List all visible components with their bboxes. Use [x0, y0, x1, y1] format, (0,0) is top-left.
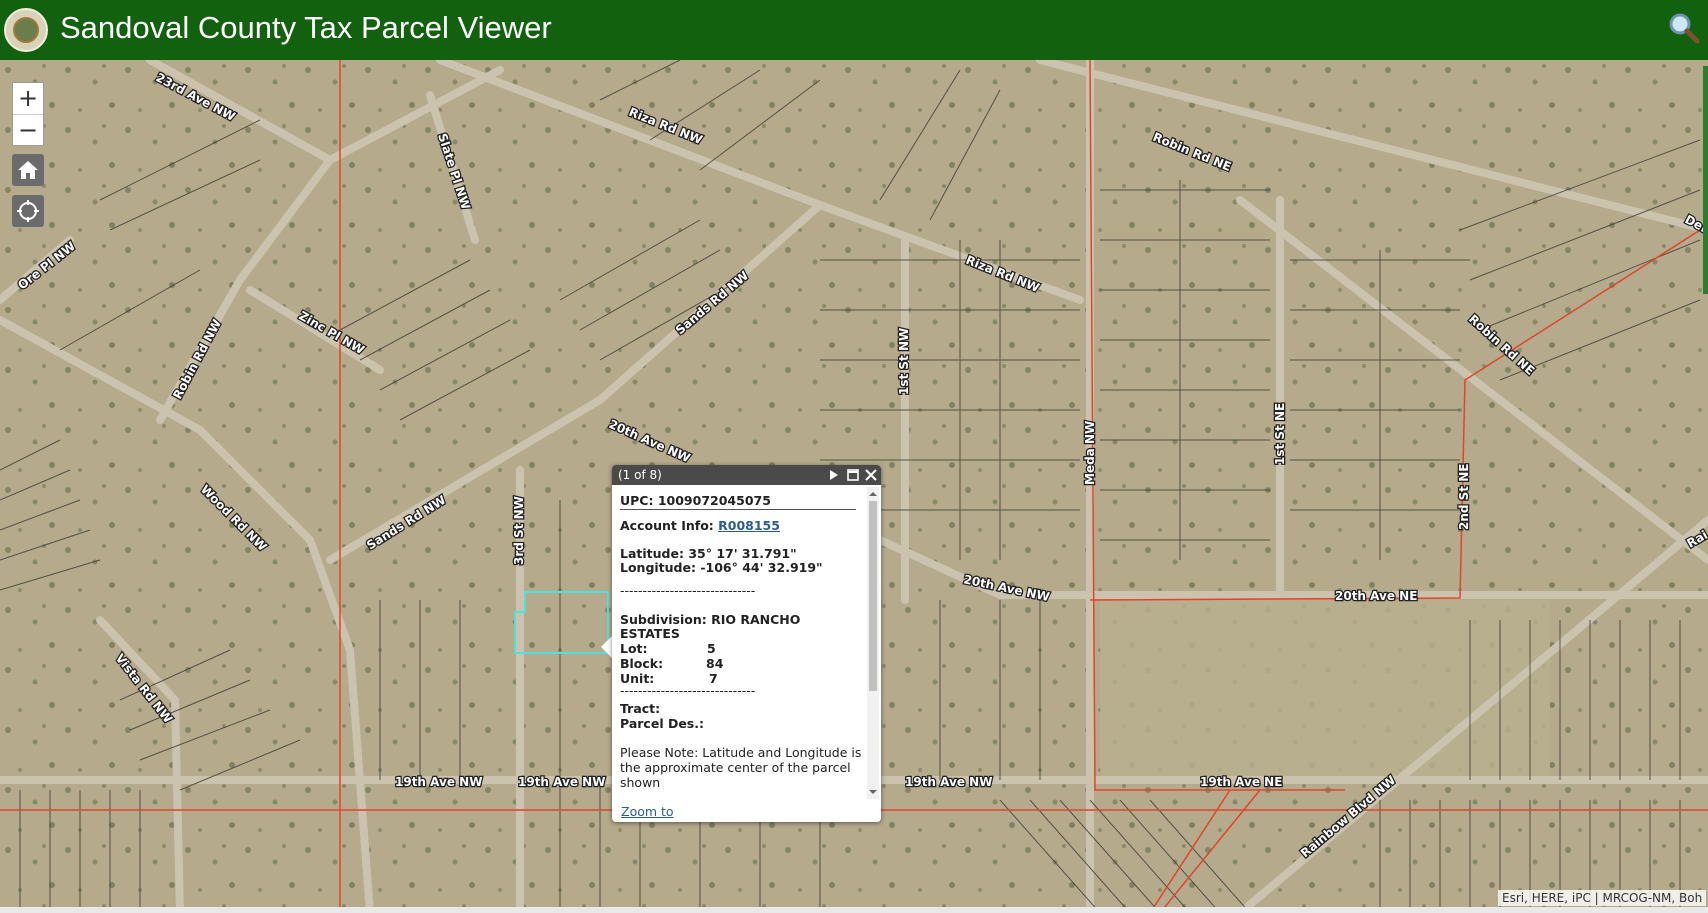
street-label: 3rd St NW — [512, 496, 526, 565]
longitude-value: -106° 44' 32.919" — [700, 560, 823, 575]
zoom-in-button[interactable]: + — [13, 83, 43, 115]
scroll-thumb[interactable] — [869, 501, 877, 691]
note-line: shown — [620, 775, 661, 790]
street-label: 19th Ave NE — [1200, 775, 1282, 789]
dash-divider: ------------------------------ — [620, 583, 756, 598]
next-icon[interactable] — [827, 467, 841, 483]
note-line: Please Note: Latitude and Longitude is — [620, 745, 861, 760]
longitude-row: Longitude: -106° 44' 32.919" — [620, 560, 823, 575]
popup-scrollbar[interactable] — [867, 487, 879, 799]
locate-icon — [17, 200, 39, 222]
street-label: Meda NW — [1083, 421, 1097, 485]
maximize-icon[interactable] — [846, 467, 860, 483]
app-header: Sandoval County Tax Parcel Viewer — [0, 0, 1708, 60]
side-panel-edge[interactable] — [1703, 66, 1708, 294]
street-label: 19th Ave NW — [518, 775, 605, 789]
street-label: 19th Ave NW — [905, 775, 992, 789]
zoom-out-button[interactable]: − — [13, 115, 43, 146]
subdivision-row: Subdivision: RIO RANCHO — [620, 612, 800, 627]
latitude-label: Latitude: — [620, 546, 684, 561]
subdivision-value: RIO RANCHO — [711, 612, 801, 627]
zoom-control: + − — [12, 82, 44, 146]
street-label: 19th Ave NW — [395, 775, 482, 789]
upc-label: UPC: — [620, 493, 654, 508]
home-icon — [18, 161, 38, 179]
street-label: 1st St NE — [1273, 403, 1287, 465]
street-label: 20th Ave NE — [1335, 589, 1417, 603]
lot-label: Lot: — [620, 641, 648, 656]
block-row: Block: 84 — [620, 656, 723, 671]
popup-pointer — [601, 636, 612, 658]
latitude-value: 35° 17' 31.791" — [688, 546, 797, 561]
tract-label: Tract: — [620, 701, 661, 716]
account-row: Account Info: R008155 — [620, 518, 780, 533]
block-value: 84 — [706, 656, 724, 671]
subdivision-label: Subdivision: — [620, 612, 707, 627]
note-line: the approximate center of the parcel — [620, 760, 851, 775]
lot-value: 5 — [707, 641, 716, 656]
scroll-up-icon[interactable] — [867, 489, 879, 499]
dash-divider: ------------------------------ — [620, 683, 756, 698]
street-label: 2nd St NE — [1457, 464, 1471, 530]
locate-button[interactable] — [12, 195, 44, 227]
popup-content: UPC: 1009072045075 Account Info: R008155… — [620, 493, 861, 797]
account-link[interactable]: R008155 — [718, 518, 780, 533]
account-label: Account Info: — [620, 518, 714, 533]
lot-row: Lot: 5 — [620, 641, 716, 656]
zoom-to-link[interactable]: Zoom to — [621, 804, 674, 819]
latitude-row: Latitude: 35° 17' 31.791" — [620, 546, 797, 561]
search-icon[interactable] — [1666, 10, 1702, 46]
upc-value: 1009072045075 — [657, 493, 771, 508]
popup-count: (1 of 8) — [618, 468, 662, 482]
county-seal-icon — [4, 8, 48, 52]
bottom-bar — [0, 907, 1708, 913]
app-title: Sandoval County Tax Parcel Viewer — [60, 10, 552, 45]
home-button[interactable] — [12, 154, 44, 186]
longitude-label: Longitude: — [620, 560, 696, 575]
block-label: Block: — [620, 656, 664, 671]
divider — [620, 509, 856, 510]
close-icon[interactable] — [864, 467, 878, 483]
street-label: 1st St NW — [897, 328, 911, 395]
parcel-des-label: Parcel Des.: — [620, 716, 704, 731]
popup-header: (1 of 8) — [612, 465, 881, 485]
parcel-popup: (1 of 8) UPC: 1009072045075 Account Info… — [612, 465, 881, 822]
scroll-down-icon[interactable] — [867, 787, 879, 797]
map-attribution: Esri, HERE, iPC | MRCOG-NM, Boh — [1498, 890, 1707, 906]
subdivision-value-cont: ESTATES — [620, 626, 680, 641]
upc-row: UPC: 1009072045075 — [620, 493, 771, 508]
